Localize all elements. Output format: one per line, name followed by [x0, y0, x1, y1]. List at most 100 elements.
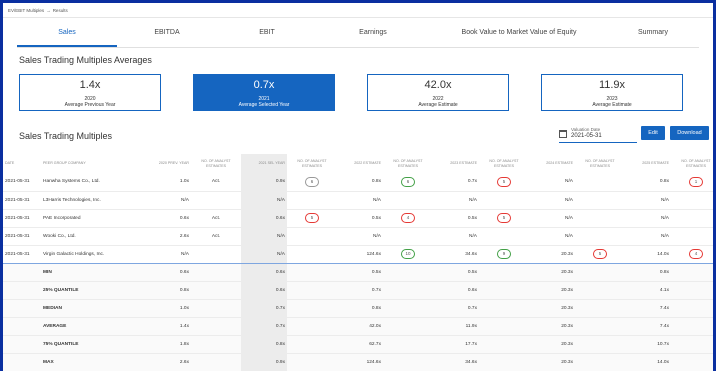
empty-cell	[287, 353, 337, 371]
empty-cell	[383, 335, 433, 353]
valuation-date-label: Valuation Date	[571, 127, 601, 132]
column-header: 2020 PREV. YEAR	[158, 161, 189, 166]
summary-row: MIN 0.6x 0.6x 0.5x 0.5x 20.3x 0.8x	[3, 263, 713, 281]
analyst-count-cell	[575, 227, 625, 245]
value-cell: 62.7x	[337, 335, 383, 353]
empty-cell	[3, 263, 41, 281]
empty-cell	[383, 353, 433, 371]
average-card-2023: 11.9x 2023 Average Estimate	[541, 74, 683, 111]
value-cell: 0.7x	[241, 299, 287, 317]
value-cell: N/A	[565, 233, 573, 239]
empty-cell	[3, 281, 41, 299]
analyst-count-cell	[383, 227, 433, 245]
empty-cell	[479, 335, 529, 353]
column-header: NO. OF ANALYST ESTIMATES	[585, 159, 615, 168]
value-cell: 7.4x	[625, 317, 671, 335]
column-header: NO. OF ANALYST ESTIMATES	[201, 159, 231, 168]
tab-ebit[interactable]: EBIT	[217, 18, 317, 47]
breadcrumb-item-multiples[interactable]: EV/EBIT Multiples	[8, 3, 44, 18]
value-cell: 0.7x	[467, 179, 477, 185]
table-row[interactable]: 2021-05-31 Hanwha Systems Co., Ltd. 1.0x Ac…	[3, 173, 713, 191]
value-cell: 0.6x	[241, 263, 287, 281]
company-cell: Wooki Co., Ltd.	[43, 233, 76, 239]
breadcrumb: EV/EBIT Multiples → Results	[3, 3, 713, 18]
analyst-count-badge: 10	[401, 249, 415, 259]
table-row[interactable]: 2021-05-31 PAE Incorporated 0.6x Act. 0.6x 5 0…	[3, 209, 713, 227]
averages-title: Sales Trading Multiples Averages	[19, 55, 152, 65]
value-cell: 7.4x	[625, 299, 671, 317]
value-cell: 1.4x	[145, 317, 191, 335]
value-cell: N/A	[661, 215, 669, 221]
tab-sales[interactable]: Sales	[17, 18, 117, 47]
valuation-date-value[interactable]: 2021-05-31	[571, 133, 602, 139]
valuation-date-field[interactable]: Valuation Date 2021-05-31	[559, 126, 637, 143]
value-cell: 10.7x	[625, 335, 671, 353]
tab-earnings[interactable]: Earnings	[317, 18, 429, 47]
empty-cell	[575, 281, 625, 299]
value-cell: 17.7x	[433, 335, 479, 353]
value-cell: 0.5x	[433, 263, 479, 281]
value-cell: N/A	[565, 179, 573, 185]
analyst-count-cell: 6	[383, 173, 433, 191]
table-row[interactable]: 2021-05-31 Virgin Galactic Holdings, Inc.…	[3, 245, 713, 264]
value-cell: 20.3x	[529, 353, 575, 371]
value-cell: 0.9x	[241, 353, 287, 371]
tab-ebitda[interactable]: EBITDA	[117, 18, 217, 47]
empty-cell	[671, 335, 713, 353]
value-cell: 0.6x	[179, 215, 189, 221]
column-header: DATE	[5, 161, 15, 166]
value-cell: 0.6x	[145, 263, 191, 281]
analyst-count-badge: 5	[593, 249, 607, 259]
analyst-count-badge: 5	[497, 176, 511, 187]
empty-cell	[287, 335, 337, 353]
analyst-count-cell	[191, 245, 241, 264]
analyst-count-badge: 9	[497, 249, 511, 259]
download-button[interactable]: Download	[670, 126, 709, 140]
analyst-count-cell	[479, 191, 529, 209]
analyst-count-badge: 6	[401, 176, 415, 187]
average-card-2020: 1.4x 2020 Average Previous Year	[19, 74, 161, 111]
value-cell: 124.6x	[337, 353, 383, 371]
value-cell: N/A	[145, 245, 191, 264]
empty-cell	[191, 335, 241, 353]
analyst-count-cell	[287, 227, 337, 245]
empty-cell	[383, 317, 433, 335]
value-cell: 0.8x	[145, 281, 191, 299]
empty-cell	[575, 335, 625, 353]
value-cell: N/A	[241, 191, 287, 209]
value-cell: 0.7x	[337, 281, 383, 299]
empty-cell	[383, 299, 433, 317]
tab-summary[interactable]: Summary	[609, 18, 697, 47]
table-row[interactable]: 2021-05-31 L3Harris Technologies, Inc. N/A…	[3, 191, 713, 209]
empty-cell	[479, 299, 529, 317]
empty-cell	[575, 299, 625, 317]
empty-cell	[479, 263, 529, 281]
analyst-count-cell	[671, 209, 713, 227]
table-row[interactable]: 2021-05-31 Wooki Co., Ltd. 2.6x Act. N/A N/A N…	[3, 227, 713, 245]
edit-button[interactable]: Edit	[641, 126, 665, 140]
average-card-2021: 0.7x 2021 Average Selected Year	[193, 74, 335, 111]
company-cell: PAE Incorporated	[43, 215, 81, 221]
empty-cell	[191, 353, 241, 371]
summary-label: 25% QUANTILE	[41, 281, 145, 299]
date-cell: 2021-05-31	[5, 215, 30, 221]
column-header: NO. OF ANALYST ESTIMATES	[393, 159, 423, 168]
value-cell: 124.6x	[337, 245, 383, 264]
tab-bar: Sales EBITDA EBIT Earnings Book Value to…	[17, 18, 699, 48]
average-card-2022: 42.0x 2022 Average Estimate	[367, 74, 509, 111]
value-cell: 2.6x	[145, 353, 191, 371]
calendar-icon[interactable]	[559, 130, 567, 138]
empty-cell	[575, 263, 625, 281]
analyst-count-cell	[575, 209, 625, 227]
column-header: NO. OF ANALYST ESTIMATES	[681, 159, 711, 168]
value-cell: 0.5x	[337, 263, 383, 281]
multiples-title: Sales Trading Multiples	[19, 131, 113, 141]
date-cell: 2021-05-31	[5, 233, 30, 239]
value-cell: 0.9x	[241, 173, 287, 191]
tab-book-value[interactable]: Book Value to Market Value of Equity	[429, 18, 609, 47]
summary-label: 75% QUANTILE	[41, 335, 145, 353]
summary-row: 25% QUANTILE 0.8x 0.6x 0.7x 0.6x 20.3x 4.1x	[3, 281, 713, 299]
analyst-count-cell: Act.	[211, 179, 221, 185]
analyst-count-cell: 5	[479, 209, 529, 227]
empty-cell	[287, 263, 337, 281]
